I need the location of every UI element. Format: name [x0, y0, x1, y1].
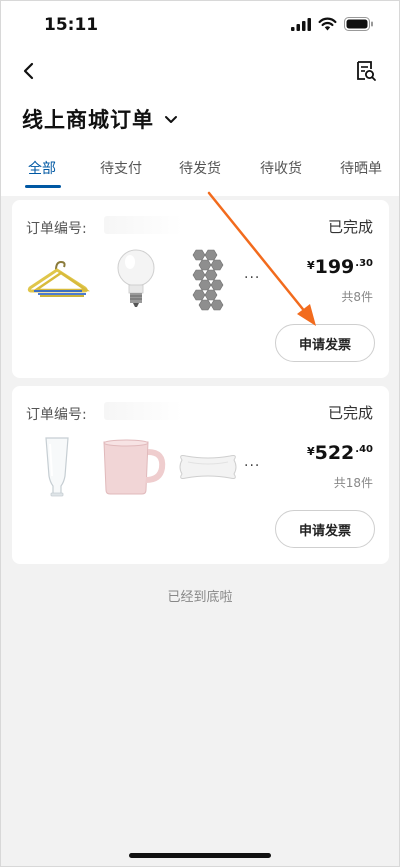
order-price: ¥199.30: [307, 256, 373, 278]
order-price: ¥522.40: [307, 442, 373, 464]
chevron-left-icon: [23, 62, 34, 80]
order-card[interactable]: 订单编号: 已完成 ··· ¥199.30 共8件 申请发票: [12, 200, 389, 378]
wifi-icon: [318, 17, 337, 31]
glass-product-image: [45, 437, 69, 497]
currency-symbol: ¥: [306, 445, 315, 458]
status-bar: 15:11: [0, 0, 400, 50]
tab-pending-payment[interactable]: 待支付: [100, 158, 142, 178]
home-indicator: [129, 853, 271, 858]
hanger-product-image: [27, 260, 90, 297]
apply-invoice-button[interactable]: 申请发票: [275, 510, 375, 548]
chevron-down-icon: [165, 116, 177, 123]
back-button[interactable]: [18, 58, 40, 84]
order-number-redacted: [104, 402, 182, 420]
order-type-selector[interactable]: 线上商城订单: [22, 104, 178, 134]
order-number-label: 订单编号:: [26, 407, 87, 423]
battery-icon: [344, 17, 373, 31]
receipt-search-button[interactable]: [354, 58, 378, 84]
order-number-redacted: [104, 216, 182, 234]
price-decimal: .40: [355, 444, 373, 455]
tab-all[interactable]: 全部: [28, 158, 56, 178]
order-number-label: 订单编号:: [26, 221, 87, 237]
order-card[interactable]: 订单编号: 已完成 ··· ¥522.40 共18件 申请发票: [12, 386, 389, 564]
order-tabs: 全部 待支付 待发货 待收货 待晒单: [0, 150, 400, 196]
tab-pending-receipt[interactable]: 待收货: [260, 158, 302, 178]
apply-invoice-button[interactable]: 申请发票: [275, 324, 375, 362]
active-tab-indicator: [25, 185, 61, 188]
order-status: 已完成: [327, 404, 373, 422]
item-count: 共8件: [341, 290, 373, 304]
pillow-product-image: [179, 455, 237, 479]
currency-symbol: ¥: [306, 259, 315, 272]
price-integer: 522: [314, 442, 355, 464]
price-integer: 199: [314, 256, 355, 278]
header-area: 15:11 线上商城订单 全部 待支付 待发货 待收货 待晒单: [0, 0, 400, 196]
item-count: 共18件: [333, 476, 373, 490]
tab-pending-review[interactable]: 待晒单: [340, 158, 382, 178]
tab-pending-shipment[interactable]: 待发货: [179, 158, 221, 178]
more-items-indicator: ···: [244, 270, 261, 286]
light-bulb-product-image: [117, 249, 155, 307]
hexagon-panel-product-image: [192, 249, 224, 311]
mug-product-image: [103, 439, 166, 495]
more-items-indicator: ···: [244, 458, 261, 474]
cellular-signal-icon: [291, 18, 311, 31]
status-time: 15:11: [44, 15, 99, 35]
price-decimal: .30: [355, 258, 373, 269]
order-status: 已完成: [327, 218, 373, 236]
page-title: 线上商城订单: [22, 108, 154, 132]
end-of-list-text: 已经到底啦: [167, 590, 233, 605]
receipt-search-icon: [357, 61, 376, 81]
